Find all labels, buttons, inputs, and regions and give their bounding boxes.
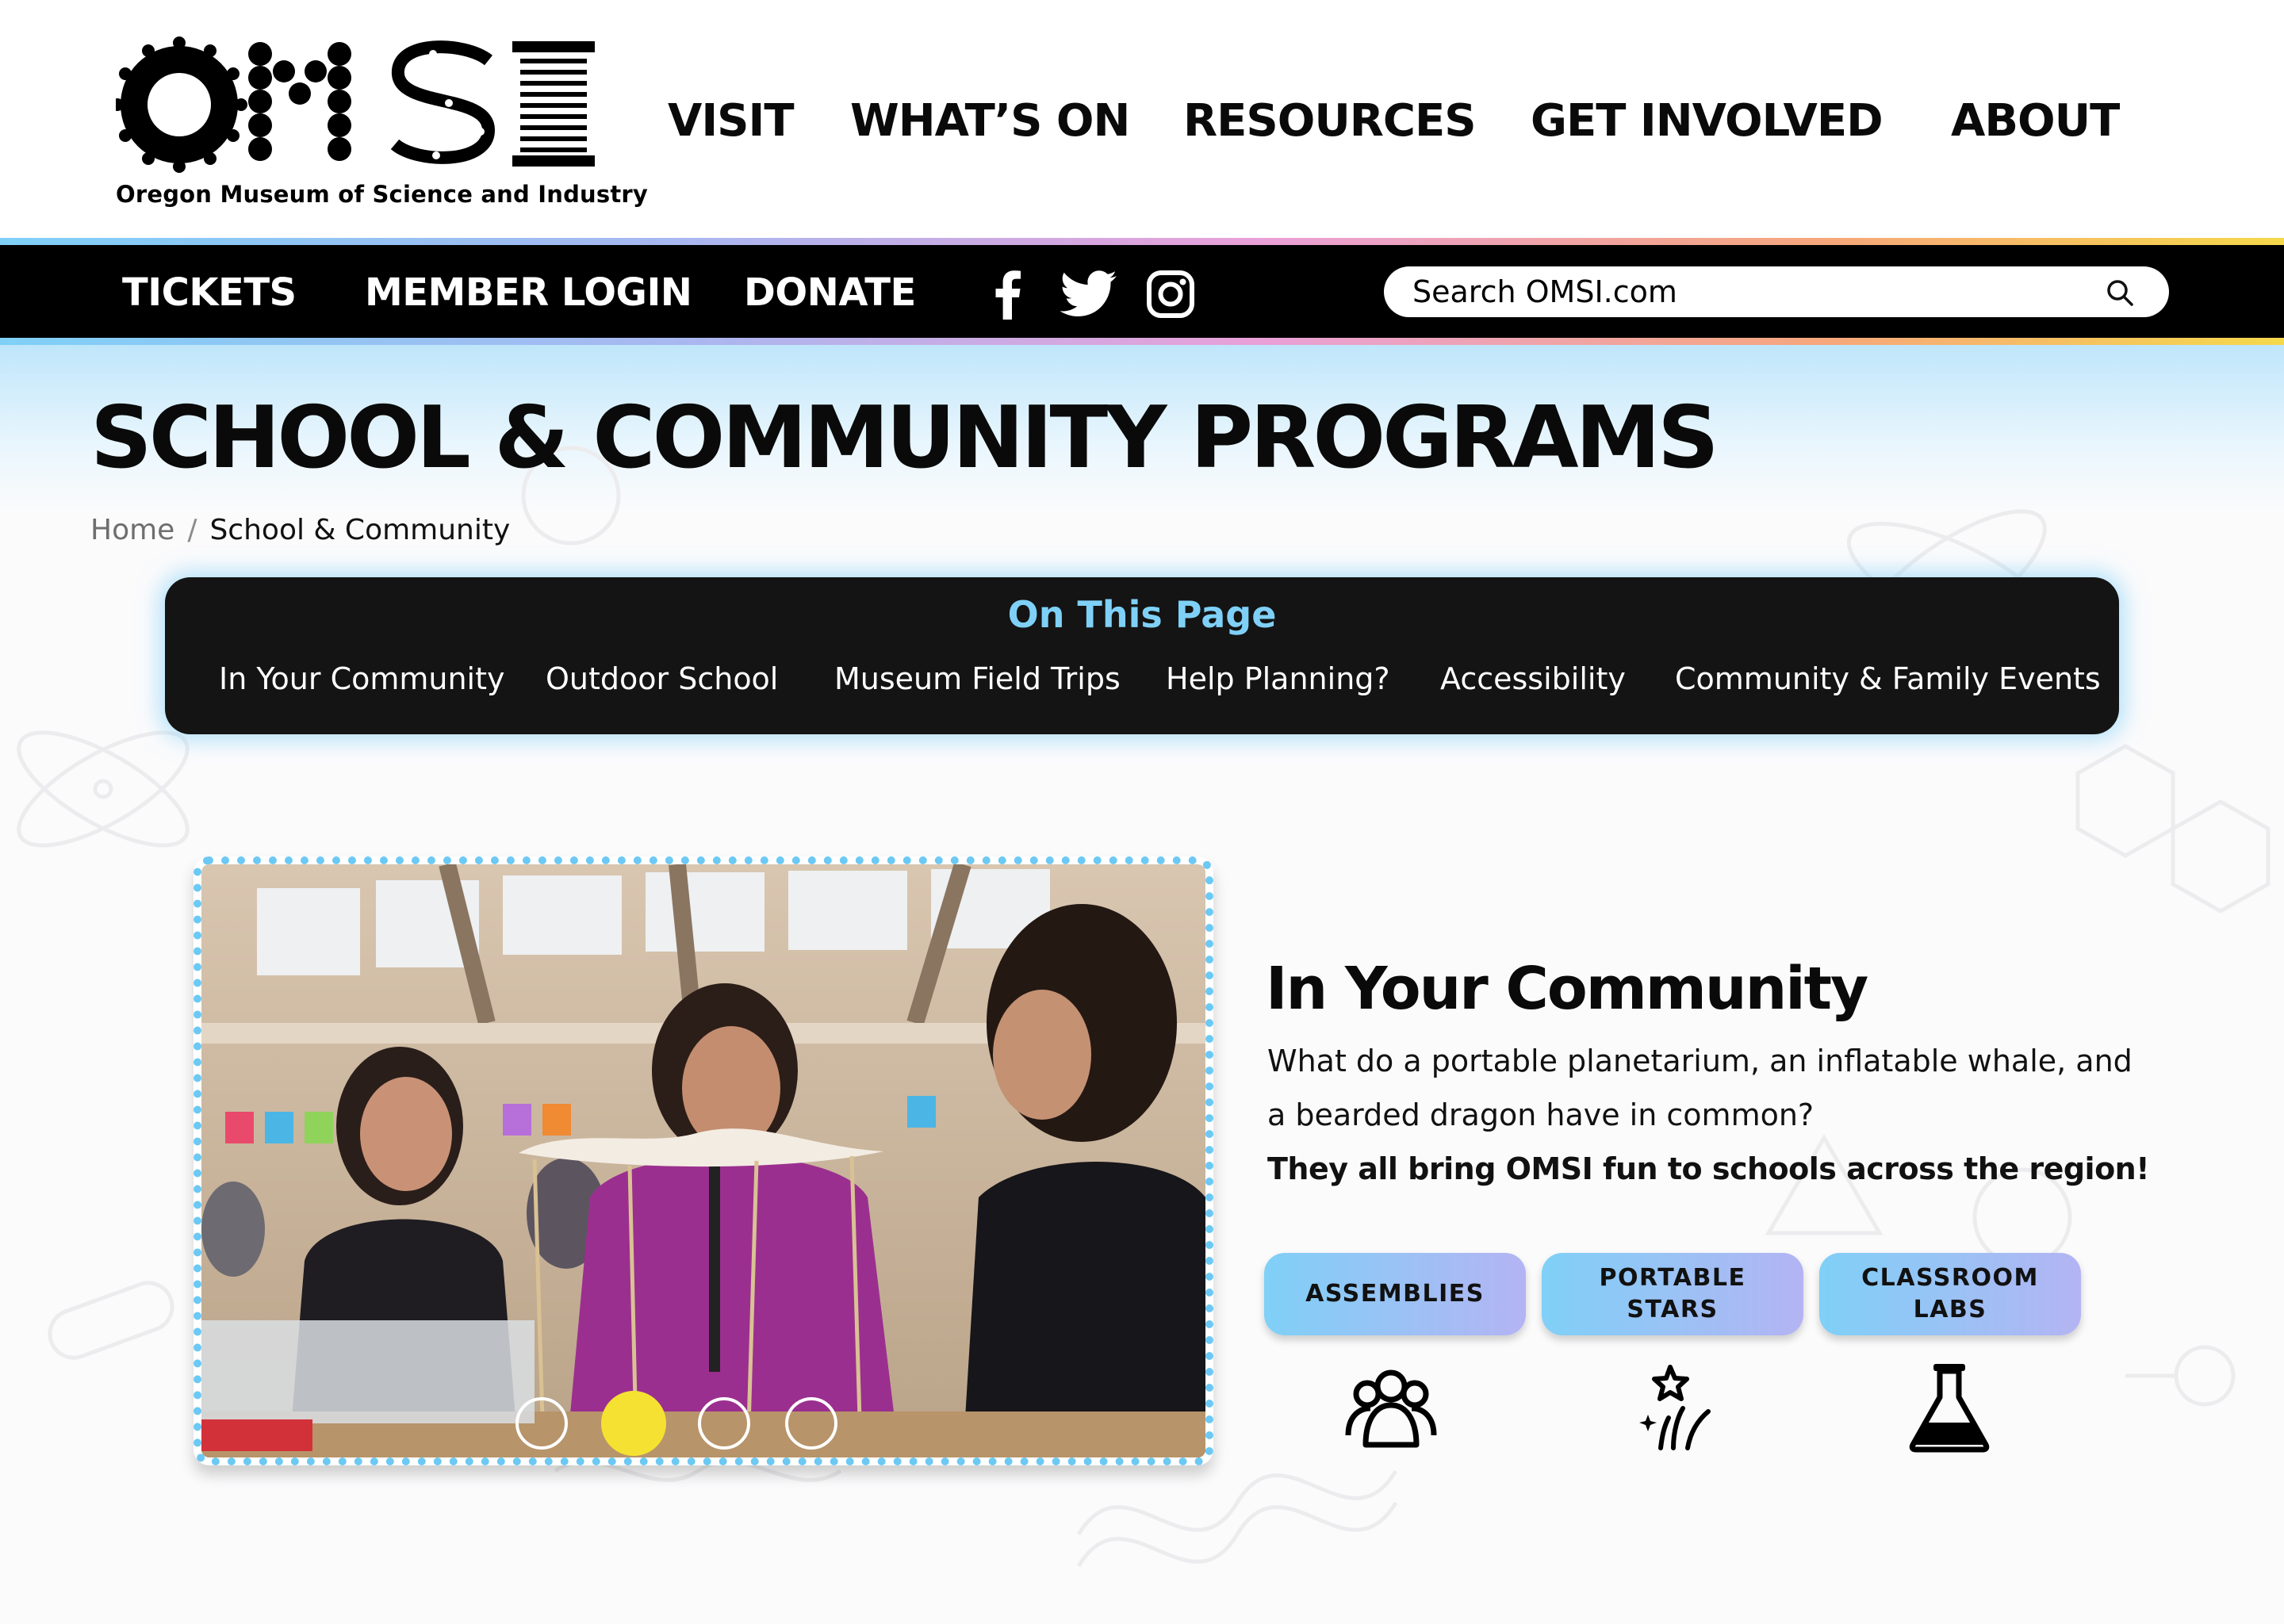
twitter-icon[interactable]	[1060, 269, 1118, 320]
search-box	[1384, 266, 2169, 317]
page-title: SCHOOL & COMMUNITY PROGRAMS	[90, 389, 1719, 488]
classroom-labs-button[interactable]: CLASSROOM LABS	[1819, 1253, 2081, 1335]
portable-stars-button[interactable]: PORTABLE STARS	[1542, 1253, 1803, 1335]
omsi-logo[interactable]: Oregon Museum of Science and Industry	[111, 36, 649, 219]
omsi-logo-mark	[111, 36, 595, 173]
nav-resources[interactable]: RESOURCES	[1183, 95, 1477, 147]
nav-get-involved[interactable]: GET INVOLVED	[1531, 95, 1884, 147]
assemblies-button-label: ASSEMBLIES	[1305, 1280, 1485, 1308]
section-heading: In Your Community	[1266, 955, 1868, 1023]
breadcrumb: Home / School & Community	[90, 514, 510, 546]
flask-icon	[1909, 1364, 1990, 1453]
breadcrumb-separator: /	[187, 514, 197, 546]
section-description-line-1: What do a portable planetarium, an infla…	[1267, 1044, 2133, 1078]
nav-visit[interactable]: VISIT	[668, 95, 795, 147]
on-this-page-nav: On This Page In Your Community Outdoor S…	[165, 577, 2119, 734]
search-icon[interactable]	[2106, 278, 2134, 307]
tickets-link[interactable]: TICKETS	[122, 270, 297, 315]
otp-link-community-family-events[interactable]: Community & Family Events	[1675, 661, 2101, 696]
carousel-dot-3[interactable]	[698, 1397, 750, 1450]
carousel-dot-1[interactable]	[515, 1397, 568, 1450]
utility-gradient-line	[0, 338, 2284, 345]
carousel-dot-4[interactable]	[785, 1397, 837, 1450]
otp-link-help-planning[interactable]: Help Planning?	[1166, 661, 1390, 696]
nav-whats-on[interactable]: WHAT’S ON	[850, 95, 1130, 147]
classroom-labs-button-label: CLASSROOM LABS	[1861, 1264, 2039, 1323]
otp-link-outdoor-school[interactable]: Outdoor School	[546, 661, 778, 696]
nav-about[interactable]: ABOUT	[1951, 95, 2120, 147]
logo-tagline: Oregon Museum of Science and Industry	[116, 181, 649, 208]
portable-stars-button-label: PORTABLE STARS	[1599, 1264, 1746, 1323]
site-header: Oregon Museum of Science and Industry VI…	[0, 0, 2284, 238]
section-description-line-2: a bearded dragon have in common?	[1267, 1097, 1815, 1132]
donate-link[interactable]: DONATE	[744, 270, 916, 315]
carousel-photo	[201, 864, 1205, 1457]
otp-link-museum-field-trips[interactable]: Museum Field Trips	[834, 661, 1121, 696]
facebook-icon[interactable]	[993, 269, 1021, 320]
otp-link-accessibility[interactable]: Accessibility	[1440, 661, 1626, 696]
instagram-icon[interactable]	[1145, 269, 1196, 320]
breadcrumb-home-link[interactable]: Home	[90, 514, 174, 546]
shooting-stars-icon	[1639, 1365, 1711, 1450]
header-gradient-line	[0, 238, 2284, 245]
otp-link-in-your-community[interactable]: In Your Community	[219, 661, 505, 696]
assemblies-button[interactable]: ASSEMBLIES	[1264, 1253, 1526, 1335]
breadcrumb-current: School & Community	[209, 514, 511, 546]
section-description: What do a portable planetarium, an infla…	[1267, 1034, 2156, 1142]
on-this-page-title: On This Page	[1007, 593, 1277, 636]
carousel-dot-2[interactable]	[601, 1391, 666, 1456]
member-login-link[interactable]: MEMBER LOGIN	[365, 270, 692, 315]
search-input[interactable]	[1412, 266, 2102, 317]
image-carousel[interactable]	[194, 856, 1213, 1465]
group-people-icon	[1345, 1369, 1437, 1448]
section-bold-tagline: They all bring OMSI fun to schools acros…	[1267, 1151, 2150, 1186]
